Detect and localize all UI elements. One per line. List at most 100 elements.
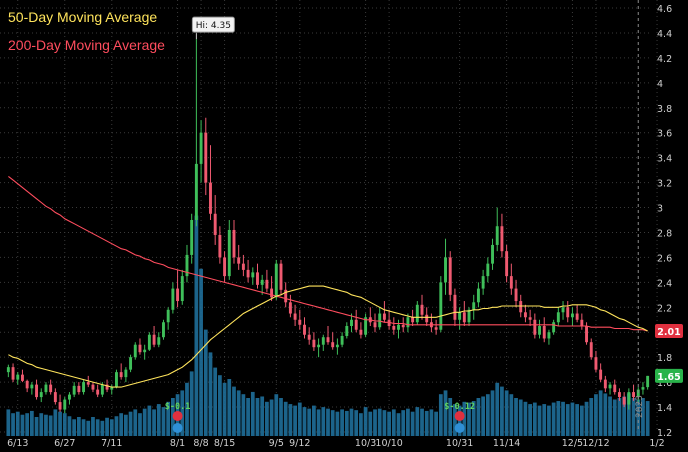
volume-bar: [227, 379, 232, 436]
candle-body: [176, 288, 180, 302]
candle-body: [209, 182, 212, 214]
candle-body: [594, 357, 598, 370]
volume-bar: [246, 398, 250, 436]
volume-bar: [537, 405, 542, 436]
volume-bar: [330, 410, 335, 436]
volume-bar: [312, 405, 316, 436]
volume-bar: [321, 407, 326, 436]
chart-background: [0, 0, 688, 452]
volume-bar: [335, 411, 340, 436]
candle-body: [608, 384, 612, 389]
volume-bar: [15, 411, 20, 436]
volume-bar: [579, 405, 584, 436]
high-label-text: Hi: 4.35: [196, 21, 231, 31]
candle-body: [256, 272, 259, 285]
volume-bar: [509, 394, 514, 436]
candle-body: [138, 344, 142, 353]
candle-body: [157, 337, 161, 345]
volume-bar: [349, 408, 354, 436]
candle-body: [166, 309, 170, 323]
earnings-sad-face-icon: [454, 411, 465, 421]
candle-body: [556, 312, 560, 323]
candle-body: [293, 313, 297, 320]
candle-body: [246, 269, 250, 278]
volume-bar: [523, 401, 528, 436]
candle-body: [147, 334, 151, 350]
candle-body: [115, 372, 118, 388]
volume-bar: [584, 401, 589, 436]
candle-body: [171, 288, 175, 310]
candle-body: [143, 349, 147, 353]
volume-bar: [152, 409, 156, 436]
volume-bar: [340, 409, 344, 436]
volume-bar: [359, 413, 363, 436]
candle-body: [481, 276, 485, 289]
volume-bar: [495, 382, 500, 436]
volume-bar: [391, 409, 396, 436]
candle-body: [406, 317, 410, 328]
candle-body: [519, 301, 523, 313]
candle-body: [58, 402, 62, 410]
candle-body: [439, 282, 443, 330]
candle-body: [415, 304, 419, 323]
volume-bar: [556, 401, 561, 436]
candle-body: [448, 257, 452, 295]
candle-body: [124, 369, 128, 378]
candle-body: [467, 309, 471, 323]
volume-bar: [302, 407, 307, 436]
candle-body: [288, 302, 292, 314]
y-tick-label: 4.2: [657, 54, 672, 65]
volume-bar: [142, 408, 147, 436]
candle-body: [472, 302, 476, 310]
volume-bar: [133, 409, 138, 436]
volume-bar: [368, 411, 373, 436]
volume-bar: [218, 375, 222, 436]
volume-bar: [532, 402, 537, 436]
earnings-label: $-0.1: [165, 402, 191, 412]
candle-body: [411, 317, 415, 323]
candle-body: [77, 385, 81, 393]
candle-body: [495, 226, 499, 245]
candle-body: [68, 394, 71, 400]
x-tick-label: 10/31: [446, 438, 473, 449]
candle-body: [213, 213, 217, 235]
candle-body: [317, 344, 321, 348]
y-tick-label: 4: [657, 79, 663, 90]
volume-bar: [138, 413, 142, 436]
candle-body: [509, 276, 513, 289]
candle-body: [331, 342, 335, 348]
volume-bar: [105, 417, 109, 436]
volume-bar: [344, 410, 349, 436]
y-tick-label: 3.2: [657, 179, 672, 190]
candle-body: [523, 312, 527, 318]
x-tick-label: 8/1: [170, 438, 185, 449]
candle-body: [39, 392, 43, 398]
volume-bar: [194, 215, 199, 436]
volume-bar: [147, 405, 152, 436]
volume-bar: [424, 410, 429, 436]
volume-bar: [20, 414, 25, 436]
candle-body: [589, 342, 593, 358]
candle-body: [16, 374, 20, 380]
volume-bar: [363, 407, 368, 436]
x-tick-label: 8/8: [193, 438, 208, 449]
y-tick-label: 1.8: [657, 353, 672, 364]
x-tick-label: 12/5: [562, 438, 583, 449]
volume-bar: [156, 404, 161, 436]
volume-bar: [481, 396, 486, 436]
candle-body: [462, 312, 466, 323]
candle-body: [251, 272, 255, 278]
candle-body: [345, 326, 349, 336]
volume-bar: [293, 405, 297, 436]
x-tick-label: 8/15: [214, 438, 235, 449]
candle-body: [190, 220, 194, 255]
x-tick-label: 10/10: [375, 438, 402, 449]
ma200-badge-text: 2.01: [657, 327, 680, 338]
candle-body: [486, 263, 490, 277]
y-tick-label: 4.6: [657, 4, 672, 15]
volume-bar: [354, 410, 359, 436]
volume-bar: [58, 411, 62, 436]
candle-body: [162, 322, 165, 338]
x-tick-label: 1/2: [649, 438, 664, 449]
x-tick-label: 9/12: [289, 438, 310, 449]
